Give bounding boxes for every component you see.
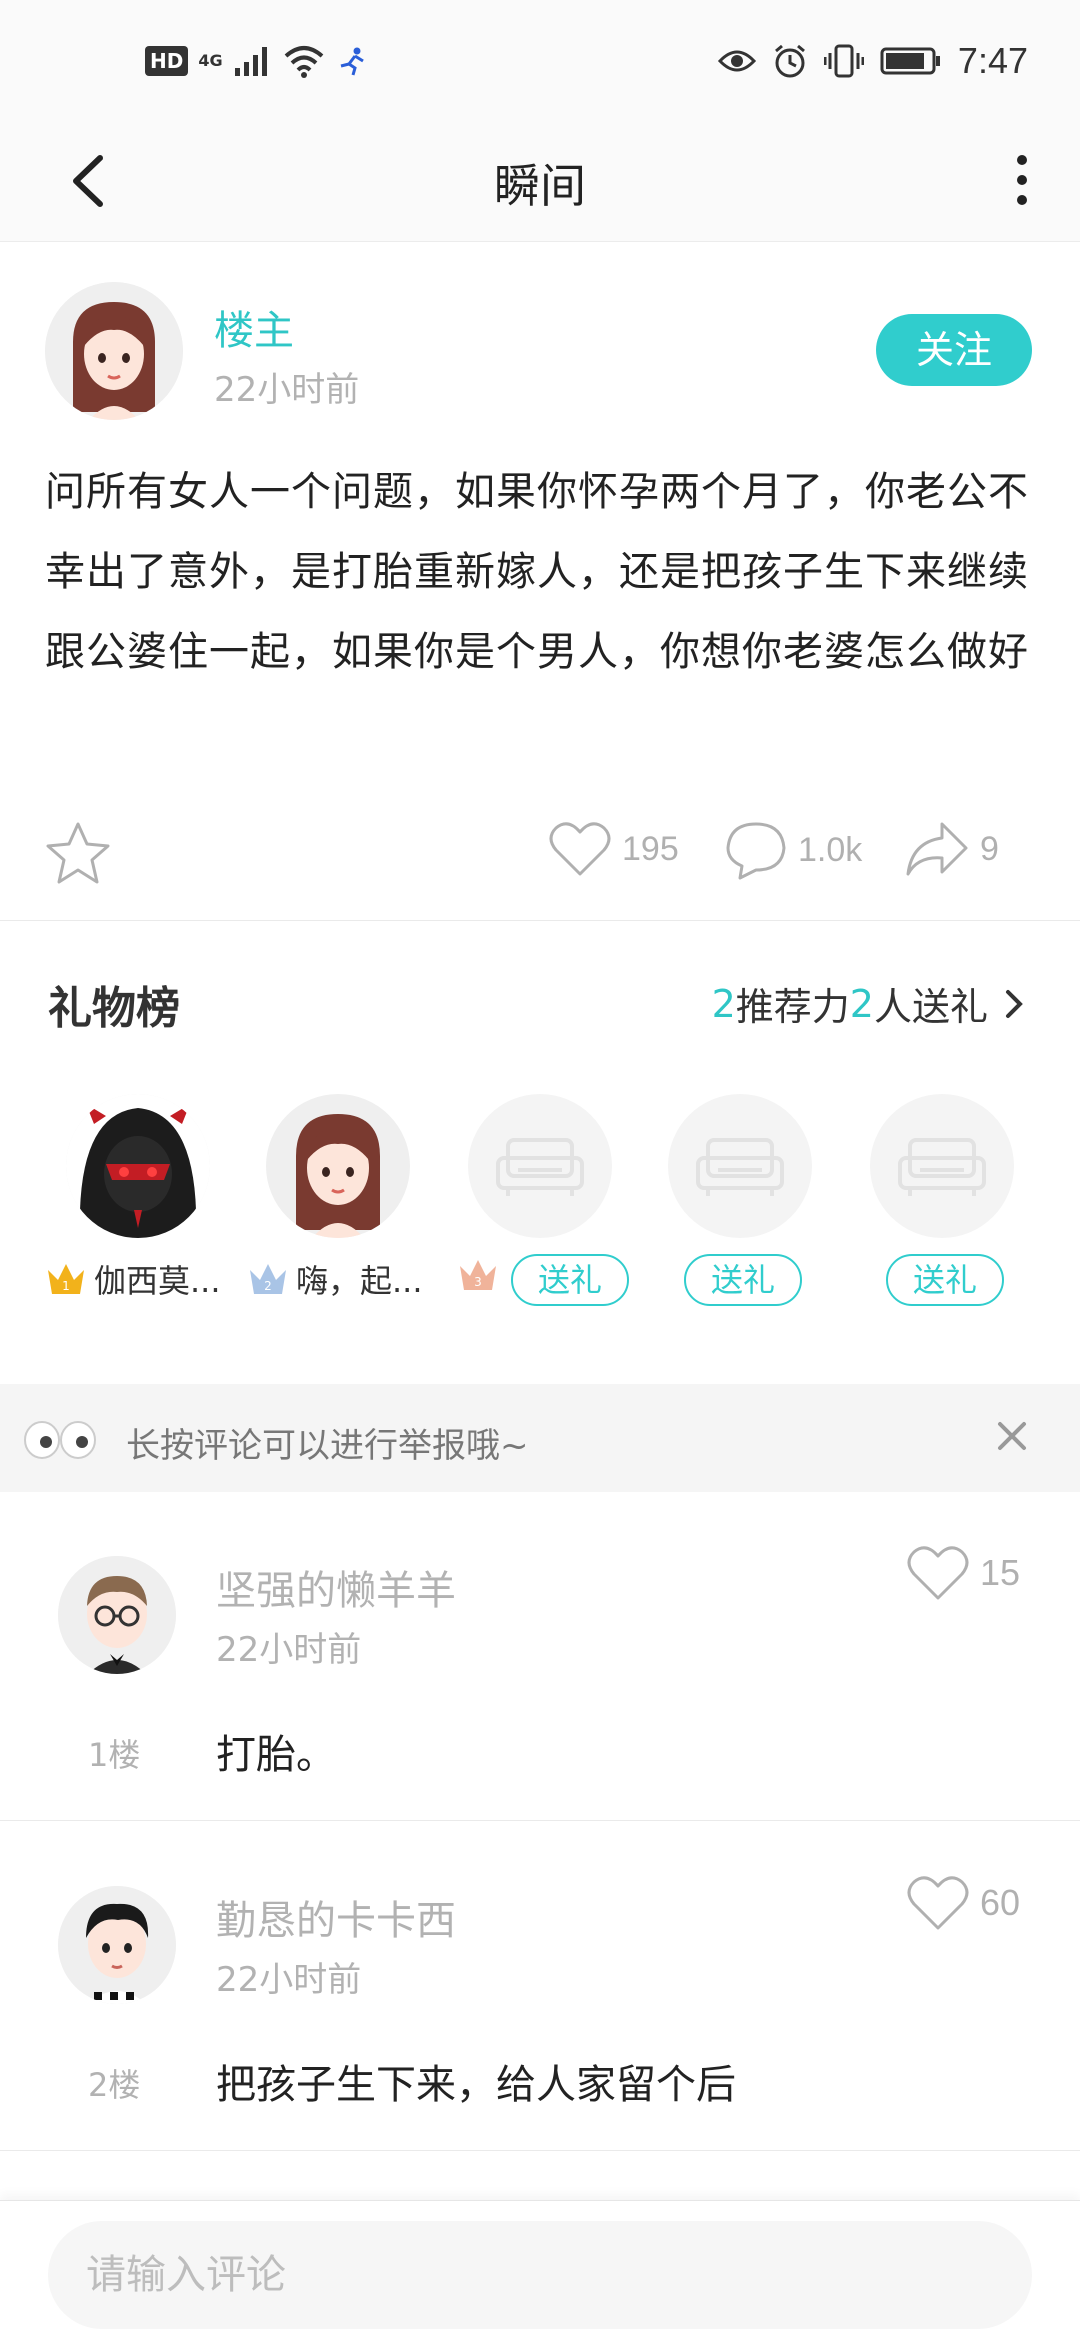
comment-count: 1.0k (798, 830, 863, 869)
like-count: 195 (622, 829, 679, 868)
author-avatar[interactable] (45, 282, 183, 420)
status-right: 7:47 (717, 40, 1028, 82)
divider (0, 2150, 1080, 2151)
eyes-icon (24, 1421, 96, 1459)
gift-summary[interactable]: 2 推荐力 2 人送礼 (712, 976, 1032, 1031)
signal-icon (234, 47, 267, 76)
comment-input[interactable] (48, 2221, 1032, 2329)
heart-icon (907, 1546, 969, 1600)
comment-floor: 2楼 (88, 2066, 141, 2104)
gift-rank-2-name: 嗨，起... (296, 1262, 423, 1300)
comment-input-bar (0, 2200, 1080, 2340)
share-action[interactable]: 9 (904, 820, 999, 878)
gift-avatar-rank-1[interactable] (66, 1094, 210, 1238)
sofa-icon (696, 1138, 784, 1196)
hd-badge: HD (145, 46, 189, 76)
vibrate-icon (823, 44, 864, 78)
chevron-right-icon (1006, 989, 1023, 1018)
sender-count: 2 (849, 981, 874, 1026)
post-time: 22小时前 (214, 370, 360, 410)
gift-rank-3: 3 (456, 1256, 500, 1294)
svg-text:3: 3 (474, 1275, 482, 1289)
divider (0, 920, 1080, 921)
svg-text:2: 2 (264, 1279, 272, 1293)
favorite-star-icon[interactable] (44, 820, 112, 886)
heart-icon (907, 1876, 969, 1930)
author-name[interactable]: 楼主 (214, 298, 294, 356)
gift-rank-2: 2 嗨，起... (246, 1256, 423, 1302)
send-gift-button-4[interactable]: 送礼 (684, 1254, 802, 1306)
gold-crown-icon: 1 (48, 1264, 84, 1294)
comment-text: 把孩子生下来，给人家留个后 (216, 2062, 736, 2108)
comment-like-count: 60 (980, 1882, 1021, 1923)
gift-empty-slot-3 (468, 1094, 612, 1238)
comment-text: 打胎。 (216, 1732, 336, 1778)
recommend-count: 2 (711, 981, 736, 1026)
alarm-icon (774, 44, 805, 78)
comment-like[interactable]: 60 (906, 1874, 1020, 1932)
comment-time: 22小时前 (216, 1960, 362, 2000)
recommend-label: 推荐力 (735, 985, 850, 1029)
gift-empty-slot-4 (668, 1094, 812, 1238)
silver-crown-icon: 2 (250, 1264, 286, 1294)
bronze-crown-icon: 3 (460, 1260, 496, 1290)
comment-action[interactable]: 1.0k (724, 820, 862, 880)
gift-empty-slot-5 (870, 1094, 1014, 1238)
battery-icon (880, 47, 940, 75)
gift-rank-1: 1 伽西莫... (44, 1256, 221, 1302)
divider (0, 1820, 1080, 1821)
sender-label: 人送礼 (873, 985, 988, 1029)
status-left: HD 4G (145, 44, 371, 78)
wifi-icon (284, 46, 323, 78)
like-action[interactable]: 195 (548, 820, 679, 878)
comment-username[interactable]: 勤恳的卡卡西 (216, 1888, 456, 1946)
network-type: 4G (198, 51, 223, 70)
svg-text:1: 1 (62, 1279, 70, 1293)
eye-icon (717, 50, 756, 72)
comment-time: 22小时前 (216, 1630, 362, 1670)
comment-avatar[interactable] (58, 1556, 176, 1674)
share-arrow-icon (906, 822, 968, 876)
comment-bubble-icon (726, 822, 786, 880)
comment-like[interactable]: 15 (906, 1544, 1020, 1602)
comment-like-count: 15 (980, 1552, 1021, 1593)
report-tip-text: 长按评论可以进行举报哦~ (126, 1426, 529, 1466)
status-bar: HD 4G 7:47 (0, 0, 1080, 120)
running-person-icon (340, 47, 364, 76)
post-body: 问所有女人一个问题，如果你怀孕两个月了，你老公不幸出了意外，是打胎重新嫁人，还是… (45, 469, 1029, 675)
more-vertical-icon[interactable] (1002, 148, 1042, 212)
heart-icon (549, 822, 611, 876)
sofa-icon (496, 1138, 584, 1196)
gift-rank-1-name: 伽西莫... (94, 1262, 221, 1300)
share-count: 9 (980, 829, 999, 868)
follow-button[interactable]: 关注 (876, 314, 1032, 386)
comment-username[interactable]: 坚强的懒羊羊 (216, 1558, 456, 1616)
send-gift-button-3[interactable]: 送礼 (511, 1254, 629, 1306)
title-bar: 瞬间 (0, 120, 1080, 242)
send-gift-button-5[interactable]: 送礼 (886, 1254, 1004, 1306)
comment-floor: 1楼 (88, 1736, 141, 1774)
close-icon[interactable] (994, 1418, 1030, 1454)
page-title: 瞬间 (494, 159, 586, 213)
sofa-icon (898, 1138, 986, 1196)
comment-avatar[interactable] (58, 1886, 176, 2004)
clock: 7:47 (957, 40, 1028, 81)
gift-avatar-rank-2[interactable] (266, 1094, 410, 1238)
report-tip-bar: 长按评论可以进行举报哦~ (0, 1384, 1080, 1492)
gift-list-title: 礼物榜 (48, 983, 180, 1034)
